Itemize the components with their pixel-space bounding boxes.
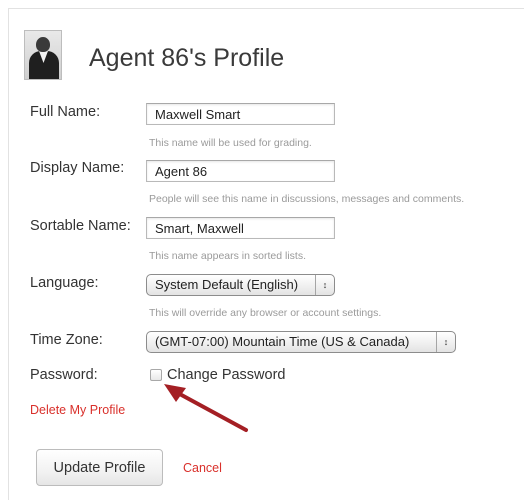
sortable-name-hint: This name appears in sorted lists. xyxy=(149,250,306,262)
delete-profile-link[interactable]: Delete My Profile xyxy=(30,402,125,418)
avatar-head-shape xyxy=(36,37,50,52)
cancel-link[interactable]: Cancel xyxy=(183,460,222,476)
page-title: Agent 86's Profile xyxy=(89,44,285,72)
arrow-shaft xyxy=(174,390,248,432)
time-zone-selected-value: (GMT-07:00) Mountain Time (US & Canada) xyxy=(155,334,410,349)
display-name-field[interactable]: Agent 86 xyxy=(146,160,335,182)
password-label: Password: xyxy=(30,367,98,383)
language-selected-value: System Default (English) xyxy=(155,277,299,292)
avatar xyxy=(24,30,62,80)
sortable-name-field[interactable]: Smart, Maxwell xyxy=(146,217,335,239)
display-name-label: Display Name: xyxy=(30,160,125,176)
up-down-chevron-icon: ↕ xyxy=(315,275,334,295)
arrow-head xyxy=(164,384,186,402)
time-zone-label: Time Zone: xyxy=(30,332,103,348)
up-down-chevron-icon: ↕ xyxy=(436,332,455,352)
full-name-label: Full Name: xyxy=(30,104,101,120)
red-arrow-icon xyxy=(164,384,248,432)
display-name-hint: People will see this name in discussions… xyxy=(149,193,465,205)
language-select[interactable]: System Default (English) ↕ xyxy=(146,274,335,296)
full-name-field[interactable]: Maxwell Smart xyxy=(146,103,335,125)
full-name-hint: This name will be used for grading. xyxy=(149,137,312,149)
time-zone-select[interactable]: (GMT-07:00) Mountain Time (US & Canada) … xyxy=(146,331,456,353)
language-label: Language: xyxy=(30,275,99,291)
update-profile-button[interactable]: Update Profile xyxy=(36,449,163,486)
sortable-name-label: Sortable Name: xyxy=(30,218,131,234)
language-hint: This will override any browser or accoun… xyxy=(149,307,382,319)
